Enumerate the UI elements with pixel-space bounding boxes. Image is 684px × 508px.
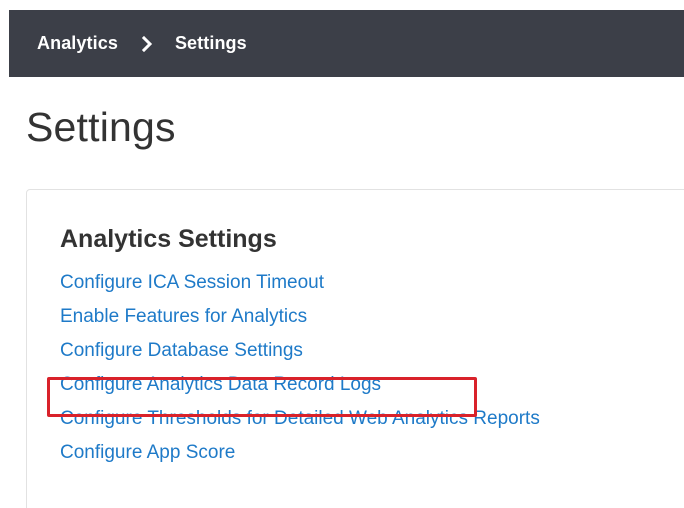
list-item: Configure Database Settings xyxy=(60,334,540,368)
settings-page: Analytics Settings Settings Analytics Se… xyxy=(0,0,684,508)
list-item: Configure Thresholds for Detailed Web An… xyxy=(60,402,540,436)
breadcrumb-item-settings: Settings xyxy=(174,33,247,53)
breadcrumb: Analytics Settings xyxy=(9,10,684,77)
link-configure-database-settings[interactable]: Configure Database Settings xyxy=(60,340,303,361)
list-item: Configure Analytics Data Record Logs xyxy=(60,368,540,402)
link-configure-analytics-data-record-logs[interactable]: Configure Analytics Data Record Logs xyxy=(60,374,381,395)
list-item: Configure ICA Session Timeout xyxy=(60,266,540,300)
list-item: Enable Features for Analytics xyxy=(60,300,540,334)
link-enable-features-for-analytics[interactable]: Enable Features for Analytics xyxy=(60,306,307,327)
list-item: Configure App Score xyxy=(60,436,540,470)
link-configure-ica-session-timeout[interactable]: Configure ICA Session Timeout xyxy=(60,272,324,293)
chevron-right-icon xyxy=(141,34,153,54)
breadcrumb-item-analytics[interactable]: Analytics xyxy=(37,33,118,54)
settings-link-list: Configure ICA Session Timeout Enable Fea… xyxy=(60,266,540,470)
link-configure-app-score[interactable]: Configure App Score xyxy=(60,442,235,463)
link-configure-thresholds-detailed-web-analytics-reports[interactable]: Configure Thresholds for Detailed Web An… xyxy=(60,408,540,429)
page-title: Settings xyxy=(26,104,176,150)
analytics-settings-card: Analytics Settings Configure ICA Session… xyxy=(26,189,684,508)
card-title: Analytics Settings xyxy=(60,225,277,253)
